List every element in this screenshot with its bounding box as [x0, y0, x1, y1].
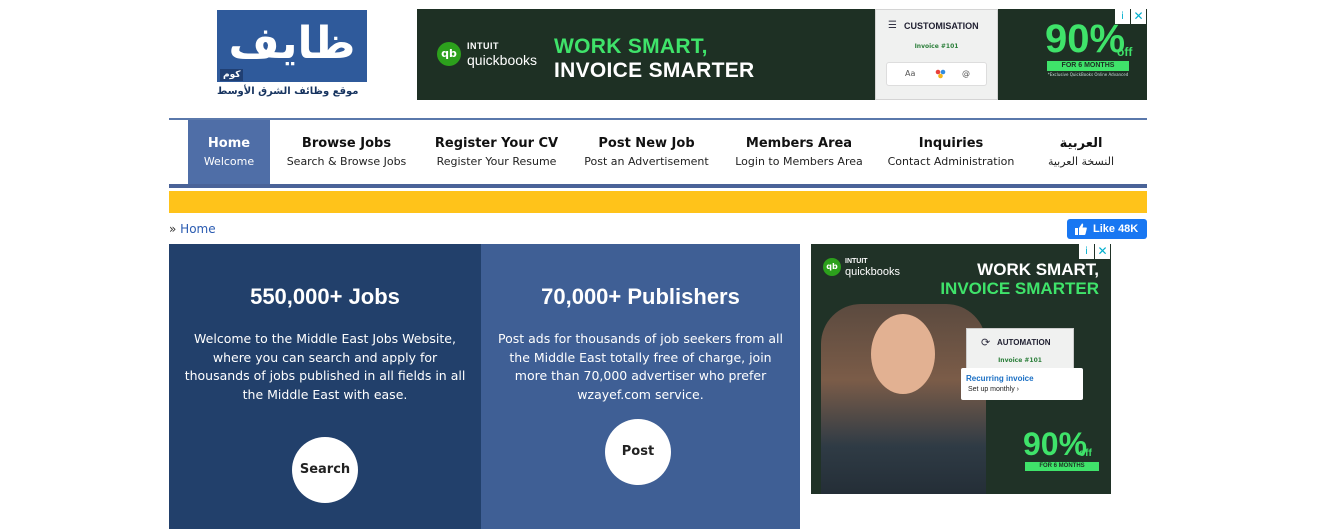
nav-item-members-area[interactable]: Members Area Login to Members Area: [729, 120, 869, 184]
side-banner-ad[interactable]: qb INTUIT quickbooks WORK SMART, INVOICE…: [811, 244, 1111, 494]
quickbooks-logo-icon: qb: [437, 42, 461, 66]
ad-discount-duration: FOR 6 MONTHS: [1025, 462, 1099, 471]
nav-item-title: Inquiries: [918, 136, 984, 151]
nav-item-subtitle: Search & Browse Jobs: [286, 155, 407, 168]
top-banner-ad[interactable]: qb INTUIT quickbooks WORK SMART, INVOICE…: [417, 9, 1147, 100]
ad-brand: INTUIT quickbooks: [845, 256, 900, 278]
jobs-count-heading: 550,000+ Jobs: [250, 284, 400, 309]
logo-tagline: موقع وظائف الشرق الأوسط: [217, 86, 359, 97]
ad-info-icon[interactable]: i: [1115, 9, 1130, 24]
ad-headline-2: INVOICE SMARTER: [940, 279, 1099, 298]
nav-item-title: العربية: [1059, 136, 1103, 151]
nav-item-subtitle: النسخة العربية: [1047, 155, 1115, 168]
nav-item-subtitle: Register Your Resume: [436, 155, 557, 168]
ad-discount-percent: 90%: [1045, 17, 1126, 61]
ad-card-title: CUSTOMISATION: [904, 21, 979, 31]
ad-brand-line1: INTUIT: [467, 41, 499, 51]
search-button[interactable]: Search: [292, 437, 358, 503]
publishers-hero-panel: 70,000+ Publishers Post ads for thousand…: [481, 244, 800, 529]
publishers-description: Post ads for thousands of job seekers fr…: [498, 331, 783, 402]
ad-headline-2: INVOICE SMARTER: [554, 59, 755, 82]
ad-fine-print: *Exclusive QuickBooks Online Advanced: [1047, 72, 1129, 77]
refresh-icon: ⟳: [981, 336, 991, 349]
ad-discount-off: off: [1117, 45, 1133, 59]
main-navigation: Home Welcome Browse Jobs Search & Browse…: [169, 118, 1147, 188]
nav-item-inquiries[interactable]: Inquiries Contact Administration: [881, 120, 1021, 184]
nav-item-title: Post New Job: [598, 136, 695, 151]
nav-item-subtitle: Login to Members Area: [735, 155, 863, 168]
ad-brand: INTUIT quickbooks: [467, 39, 537, 67]
ad-card-toolbar: Aa @: [886, 62, 987, 86]
nav-item-subtitle: Post an Advertisement: [584, 155, 709, 168]
publishers-count-heading: 70,000+ Publishers: [541, 284, 740, 309]
ad-brand-line2: quickbooks: [467, 52, 538, 68]
ad-card-title: AUTOMATION: [997, 338, 1051, 347]
sliders-icon: ☰: [888, 20, 897, 31]
ad-brand-line2: quickbooks: [845, 266, 901, 278]
ad-automation-card: ⟳ AUTOMATION Invoice #101: [966, 328, 1074, 373]
ad-recurring-title: Recurring invoice: [966, 374, 1034, 383]
ad-close-icon[interactable]: ✕: [1095, 244, 1110, 259]
ad-photo-face: [871, 314, 935, 394]
ad-card-invoice: Invoice #101: [914, 43, 959, 50]
jobs-description: Welcome to the Middle East Jobs Website,…: [184, 331, 466, 402]
facebook-like-button[interactable]: Like 48K: [1067, 219, 1147, 239]
jobs-hero-panel: 550,000+ Jobs Welcome to the Middle East…: [169, 244, 481, 529]
nav-item-home[interactable]: Home Welcome: [188, 120, 270, 184]
breadcrumb-home-link[interactable]: Home: [180, 222, 215, 236]
nav-item-register-cv[interactable]: Register Your CV Register Your Resume: [424, 120, 569, 184]
palette-icon: [935, 69, 946, 81]
post-button[interactable]: Post: [605, 419, 671, 485]
facebook-like-label: Like 48K: [1093, 223, 1139, 235]
ad-headline-1: WORK SMART,: [554, 35, 708, 58]
ad-recurring-subtitle: Set up monthly ›: [968, 386, 1019, 393]
ad-customisation-card: ☰ CUSTOMISATION Invoice #101 Aa @: [875, 9, 998, 100]
quickbooks-logo-icon: qb: [823, 258, 841, 276]
nav-item-title: Browse Jobs: [301, 136, 392, 151]
ad-discount-off: off: [1079, 448, 1092, 459]
breadcrumb-separator: »: [169, 222, 177, 236]
nav-item-title: Register Your CV: [434, 136, 559, 151]
ad-close-icon[interactable]: ✕: [1131, 9, 1146, 24]
breadcrumb: » Home: [169, 222, 216, 236]
ad-info-icon[interactable]: i: [1079, 244, 1094, 259]
page: ظايف كوم موقع وظائف الشرق الأوسط qb INTU…: [0, 0, 1319, 529]
at-sign-icon: @: [962, 69, 970, 78]
site-logo[interactable]: ظايف كوم موقع وظائف الشرق الأوسط: [217, 10, 367, 100]
ad-card-invoice: Invoice #101: [998, 357, 1042, 364]
nav-bottom-border: [169, 184, 1147, 188]
yellow-divider-bar: [169, 191, 1147, 213]
nav-item-title: Members Area: [745, 136, 853, 151]
nav-item-arabic[interactable]: العربية النسخة العربية: [1031, 120, 1131, 184]
ad-headline-1: WORK SMART,: [977, 260, 1099, 279]
logo-com-label: كوم: [220, 69, 244, 81]
logo-arabic-name: ظايف: [228, 18, 356, 69]
font-option: Aa: [905, 69, 916, 78]
ad-discount-percent: 90%: [1023, 426, 1088, 462]
nav-item-subtitle: Contact Administration: [887, 155, 1015, 168]
ad-discount-duration: FOR 6 MONTHS: [1047, 61, 1129, 71]
nav-item-browse-jobs[interactable]: Browse Jobs Search & Browse Jobs: [279, 120, 414, 184]
nav-item-title: Home: [207, 136, 251, 151]
ad-recurring-card: Recurring invoice Set up monthly ›: [961, 368, 1083, 400]
thumbs-up-icon: [1075, 219, 1087, 241]
nav-item-subtitle: Welcome: [203, 155, 255, 168]
nav-item-post-job[interactable]: Post New Job Post an Advertisement: [579, 120, 714, 184]
